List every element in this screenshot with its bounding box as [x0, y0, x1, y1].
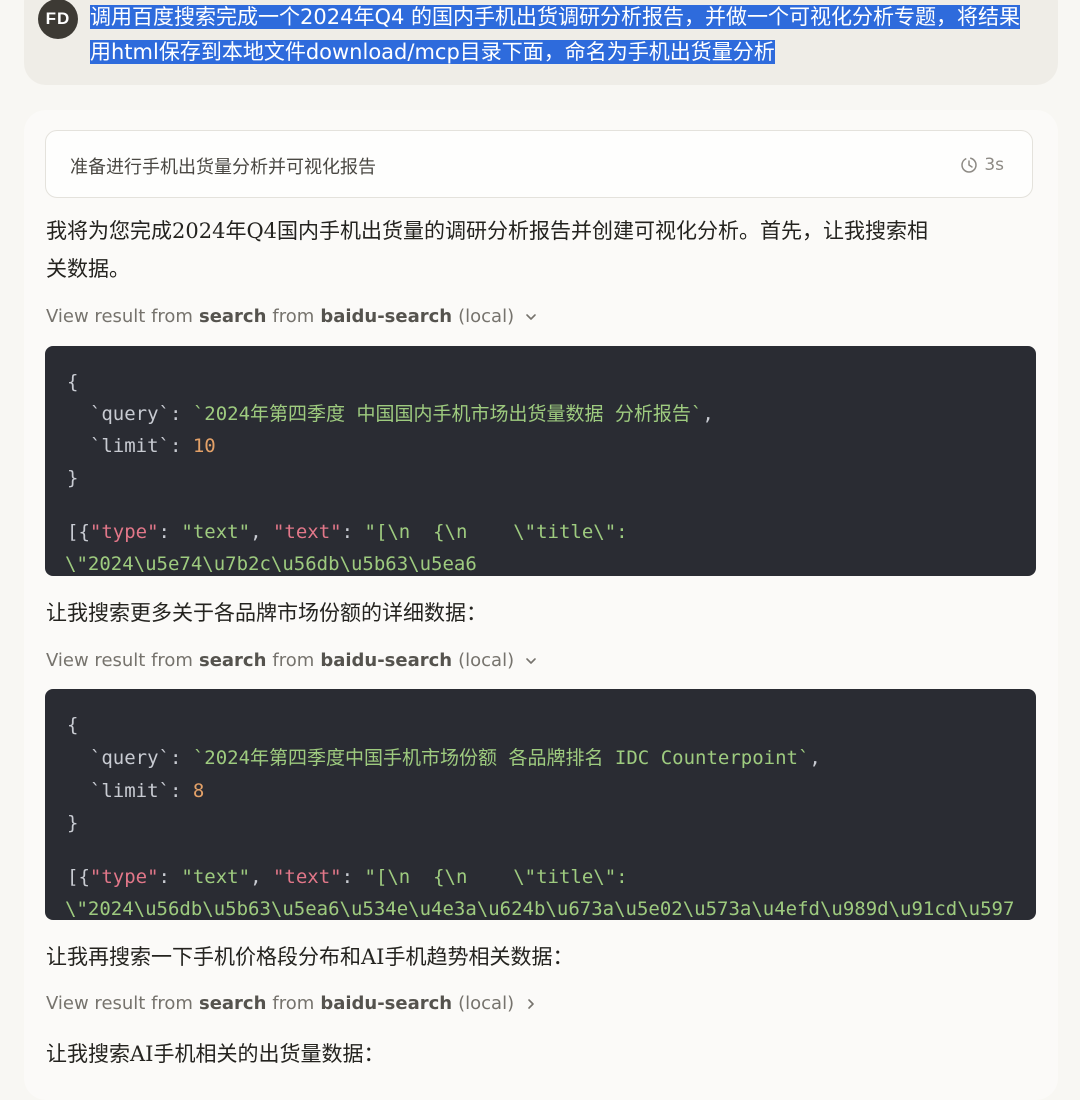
user-avatar[interactable]: FD	[38, 0, 78, 39]
chevron-down-icon	[526, 313, 536, 320]
tool-prefix: View result from	[46, 650, 193, 671]
tool-from: from	[272, 306, 315, 327]
code-result-line2: \"2024\u56db\u5b63\u5ea6\u534e\u4e3a\u62…	[65, 898, 1015, 920]
tool-code-block-1: { `query`: `2024年第四季度 中国国内手机市场出货量数据 分析报告…	[45, 346, 1036, 576]
text-after-call-1: 让我搜索更多关于各品牌市场份额的详细数据：	[46, 594, 1006, 632]
code-limit-line: `limit`: 10	[89, 435, 216, 457]
intro-text: 我将为您完成2024年Q4国内手机出货量的调研分析报告并创建可视化分析。首先，让…	[46, 212, 1006, 288]
tool-prefix: View result from	[46, 306, 193, 327]
tool-suffix: (local)	[458, 993, 515, 1014]
code-close-brace: }	[67, 467, 79, 489]
code-query-line: `query`: `2024年第四季度中国手机市场份额 各品牌排名 IDC Co…	[89, 747, 821, 769]
intro-text-line2: 关数据。	[46, 257, 130, 281]
tool-name: search	[198, 306, 267, 327]
tool-prefix: View result from	[46, 993, 193, 1014]
chevron-down-icon	[526, 657, 536, 664]
thinking-duration-value: 3s	[984, 155, 1004, 175]
intro-text-line1: 我将为您完成2024年Q4国内手机出货量的调研分析报告并创建可视化分析。首先，让…	[46, 219, 929, 243]
text-after-call-2: 让我再搜索一下手机价格段分布和AI手机趋势相关数据：	[46, 938, 1006, 976]
code-open-brace: {	[67, 371, 79, 393]
tool-from: from	[272, 650, 315, 671]
user-message-line2: 用html保存到本地文件download/mcp目录下面，命名为手机出货量分析	[90, 40, 775, 64]
tool-suffix: (local)	[458, 306, 515, 327]
code-open-brace: {	[67, 714, 79, 736]
text-after-call-1-content: 让我搜索更多关于各品牌市场份额的详细数据：	[46, 601, 487, 625]
thinking-duration: 3s	[960, 155, 1004, 175]
tool-code-block-2: { `query`: `2024年第四季度中国手机市场份额 各品牌排名 IDC …	[45, 689, 1036, 920]
code-close-brace: }	[67, 812, 79, 834]
tool-result-toggle-1[interactable]: View result from search from baidu-searc…	[46, 306, 538, 327]
tool-from: from	[272, 993, 315, 1014]
thinking-label: 准备进行手机出货量分析并可视化报告	[70, 157, 376, 178]
chevron-right-icon	[528, 998, 534, 1009]
thinking-summary[interactable]: 准备进行手机出货量分析并可视化报告 3s	[45, 130, 1033, 198]
code-result-line2: \"2024\u5e74\u7b2c\u56db\u5b63\u5ea6	[65, 553, 477, 575]
code-result-line1: [{"type": "text", "text": "[\n {\n \"tit…	[67, 866, 628, 888]
user-message-line1: 调用百度搜索完成一个2024年Q4 的国内手机出货调研分析报告，并做一个可视化分…	[90, 5, 1021, 29]
code-limit-line: `limit`: 8	[89, 780, 205, 802]
text-after-call-3: 让我搜索AI手机相关的出货量数据：	[46, 1035, 1006, 1073]
tool-server: baidu-search	[320, 306, 453, 327]
tool-suffix: (local)	[458, 650, 515, 671]
text-after-call-3-content: 让我搜索AI手机相关的出货量数据：	[46, 1042, 385, 1066]
tool-name: search	[198, 993, 267, 1014]
code-result-line1: [{"type": "text", "text": "[\n {\n \"tit…	[67, 521, 628, 543]
text-after-call-2-content: 让我再搜索一下手机价格段分布和AI手机趋势相关数据：	[46, 945, 574, 969]
tool-result-toggle-2[interactable]: View result from search from baidu-searc…	[46, 650, 538, 671]
timer-icon	[961, 157, 978, 173]
tool-name: search	[198, 650, 267, 671]
tool-result-toggle-3[interactable]: View result from search from baidu-searc…	[46, 993, 538, 1014]
user-message: 调用百度搜索完成一个2024年Q4 的国内手机出货调研分析报告，并做一个可视化分…	[90, 0, 1035, 70]
tool-server: baidu-search	[320, 993, 453, 1014]
tool-server: baidu-search	[320, 650, 453, 671]
code-query-line: `query`: `2024年第四季度 中国国内手机市场出货量数据 分析报告`,	[89, 403, 714, 425]
